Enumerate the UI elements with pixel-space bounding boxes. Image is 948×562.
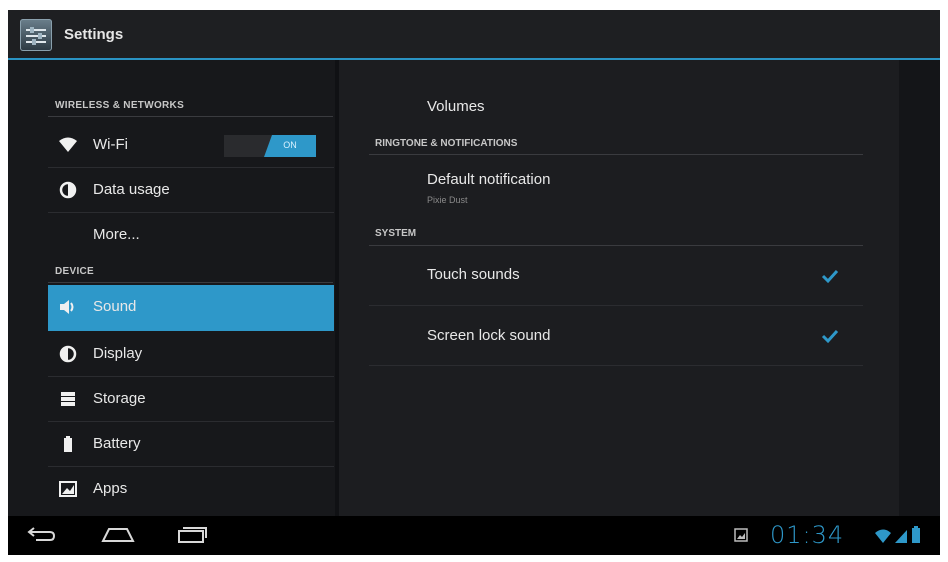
apps-icon [58, 479, 78, 499]
volumes-label: Volumes [427, 98, 485, 115]
data-usage-icon [58, 180, 78, 200]
screen-lock-sound-item[interactable]: Screen lock sound [369, 306, 863, 364]
wifi-signal-icon [874, 528, 892, 549]
sidebar-item-storage[interactable]: Storage [48, 377, 334, 421]
sidebar-item-more[interactable]: More... [48, 213, 334, 257]
wifi-toggle-switch[interactable]: ON [224, 135, 316, 157]
action-bar: Settings [8, 10, 940, 60]
default-notification-summary: Pixie Dust [427, 195, 468, 205]
touch-sounds-label: Touch sounds [427, 266, 520, 283]
storage-icon [58, 389, 78, 409]
settings-sidebar: WIRELESS & NETWORKS Wi-Fi ON Data usage … [8, 60, 335, 516]
display-icon [58, 344, 78, 364]
divider [369, 365, 863, 366]
sidebar-item-label: Wi-Fi [93, 136, 128, 153]
sound-settings-pane: Volumes RINGTONE & NOTIFICATIONS Default… [339, 60, 899, 516]
pane-edge [899, 60, 940, 516]
cell-signal-icon [894, 528, 908, 549]
toggle-on-label: ON [283, 140, 297, 150]
sidebar-item-label: Data usage [93, 181, 170, 198]
touch-sounds-checkbox[interactable] [821, 268, 839, 284]
sidebar-item-label: Battery [93, 435, 141, 452]
sidebar-item-label: Sound [93, 298, 137, 315]
sidebar-item-label: Apps [93, 480, 128, 497]
default-notification-item[interactable]: Default notification Pixie Dust [369, 160, 863, 216]
settings-app-icon[interactable] [20, 19, 52, 51]
section-header-device: DEVICE [55, 266, 95, 277]
battery-icon [58, 434, 78, 454]
default-notification-label: Default notification [427, 171, 551, 188]
sidebar-item-battery[interactable]: Battery [48, 422, 334, 466]
screen-lock-sound-checkbox[interactable] [821, 328, 839, 344]
section-header-ringtone: RINGTONE & NOTIFICATIONS [375, 138, 518, 149]
section-divider [369, 154, 863, 155]
section-header-wireless: WIRELESS & NETWORKS [55, 100, 185, 111]
gallery-notification-icon[interactable] [734, 528, 748, 547]
tablet-screen: Settings WIRELESS & NETWORKS Wi-Fi ON Da… [8, 10, 940, 555]
screen-lock-sound-label: Screen lock sound [427, 327, 551, 344]
sidebar-item-label: Storage [93, 390, 146, 407]
back-icon[interactable] [24, 524, 58, 551]
touch-sounds-item[interactable]: Touch sounds [369, 246, 863, 304]
sidebar-item-data-usage[interactable]: Data usage [48, 168, 334, 212]
sidebar-item-wifi[interactable]: Wi-Fi ON [48, 123, 334, 167]
sidebar-item-label: Display [93, 345, 143, 362]
app-title: Settings [64, 26, 124, 43]
section-header-system: SYSTEM [375, 228, 417, 239]
speaker-icon [58, 297, 78, 317]
section-divider [48, 282, 333, 283]
section-divider [48, 116, 333, 117]
battery-status-icon [911, 526, 921, 549]
sidebar-item-apps[interactable]: Apps [48, 467, 334, 511]
home-icon[interactable] [100, 524, 136, 551]
sidebar-item-display[interactable]: Display [48, 332, 334, 376]
sidebar-item-sound[interactable]: Sound [48, 285, 334, 331]
clock[interactable]: 01:34 [770, 521, 844, 549]
wifi-icon [58, 135, 78, 155]
recent-apps-icon[interactable] [173, 524, 209, 551]
volumes-item[interactable]: Volumes [369, 80, 863, 120]
sidebar-item-label: More... [93, 226, 140, 243]
system-nav-bar: 01:34 [8, 516, 940, 555]
